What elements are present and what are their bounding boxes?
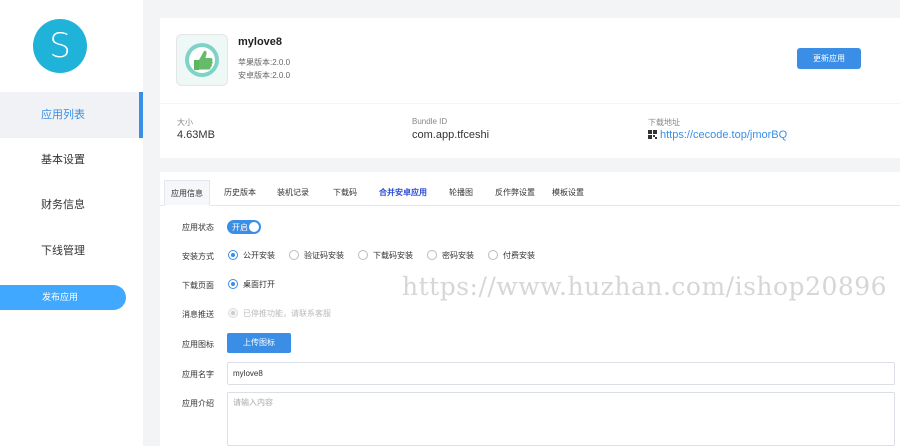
thumbs-up-icon [176, 34, 228, 86]
bundle-id-label: Bundle ID [412, 117, 448, 126]
download-url-label: 下载地址 [648, 118, 680, 127]
tab-history[interactable]: 历史版本 [224, 180, 256, 206]
app-name: mylove8 [238, 36, 283, 48]
ios-version: 苹果版本:2.0.0 [238, 58, 291, 67]
download-url: https://cecode.top/jmorBQ [648, 129, 787, 142]
radio-dot [289, 250, 299, 260]
app-icon-label: 应用图标 [182, 340, 214, 349]
toggle-knob [249, 222, 259, 232]
sidebar: S 应用列表 基本设置 财务信息 下线管理 发布应用 [0, 0, 143, 446]
status-label: 应用状态 [182, 223, 214, 232]
radio-label: 付费安装 [503, 251, 535, 260]
radio-dot [427, 250, 437, 260]
size-label: 大小 [177, 118, 193, 127]
tab-bar: 应用信息 历史版本 装机记录 下载码 合并安卓应用 轮播图 反作弊设置 模板设置 [160, 180, 900, 206]
radio-label: 密码安装 [442, 251, 474, 260]
tab-merge-android[interactable]: 合并安卓应用 [379, 180, 427, 206]
download-link[interactable]: https://cecode.top/jmorBQ [660, 129, 787, 141]
app-intro-label: 应用介绍 [182, 399, 214, 408]
tab-install-records[interactable]: 装机记录 [277, 180, 309, 206]
radio-dot [228, 279, 238, 289]
settings-panel: 应用信息 历史版本 装机记录 下载码 合并安卓应用 轮播图 反作弊设置 模板设置… [160, 172, 900, 446]
radio-dot [358, 250, 368, 260]
sidebar-item-finance[interactable]: 财务信息 [0, 182, 143, 228]
toggle-text: 开启 [232, 223, 248, 232]
sidebar-item-basic-settings[interactable]: 基本设置 [0, 137, 143, 183]
upload-icon-button[interactable]: 上传图标 [227, 333, 291, 353]
sidebar-item-offline[interactable]: 下线管理 [0, 228, 143, 274]
app-intro-textarea[interactable]: 请输入内容 [227, 392, 895, 446]
push-label: 消息推送 [182, 310, 214, 319]
app-info-card: 大小 4.63MB Bundle ID com.app.tfceshi 下载地址… [160, 104, 900, 158]
android-version: 安卓版本:2.0.0 [238, 71, 291, 80]
qr-code-icon[interactable] [648, 130, 657, 142]
radio-label: 验证码安装 [304, 251, 344, 260]
app-name-input[interactable]: mylove8 [227, 362, 895, 385]
download-page-label: 下载页面 [182, 281, 214, 290]
update-app-button[interactable]: 更新应用 [797, 48, 861, 69]
app-header-card: mylove8 苹果版本:2.0.0 安卓版本:2.0.0 更新应用 [160, 18, 900, 103]
tab-anti-cheat[interactable]: 反作弊设置 [495, 180, 535, 206]
radio-dot [488, 250, 498, 260]
radio-label: 已停推功能，请联系客服 [243, 309, 331, 318]
tab-download-code[interactable]: 下载码 [333, 180, 357, 206]
app-logo: S [33, 19, 87, 73]
radio-label: 下载码安装 [373, 251, 413, 260]
tab-app-info[interactable]: 应用信息 [164, 180, 210, 206]
sidebar-item-app-list[interactable]: 应用列表 [0, 92, 143, 138]
bundle-id-value: com.app.tfceshi [412, 129, 490, 141]
radio-label: 公开安装 [243, 251, 275, 260]
publish-app-button[interactable]: 发布应用 [0, 285, 126, 310]
tab-template[interactable]: 模板设置 [552, 180, 584, 206]
radio-dot [228, 250, 238, 260]
app-name-label: 应用名字 [182, 370, 214, 379]
status-toggle[interactable]: 开启 [227, 220, 261, 234]
install-method-label: 安装方式 [182, 252, 214, 261]
tab-carousel[interactable]: 轮播图 [449, 180, 473, 206]
size-value: 4.63MB [177, 129, 215, 141]
radio-dot [228, 308, 238, 318]
radio-label: 桌面打开 [243, 280, 275, 289]
